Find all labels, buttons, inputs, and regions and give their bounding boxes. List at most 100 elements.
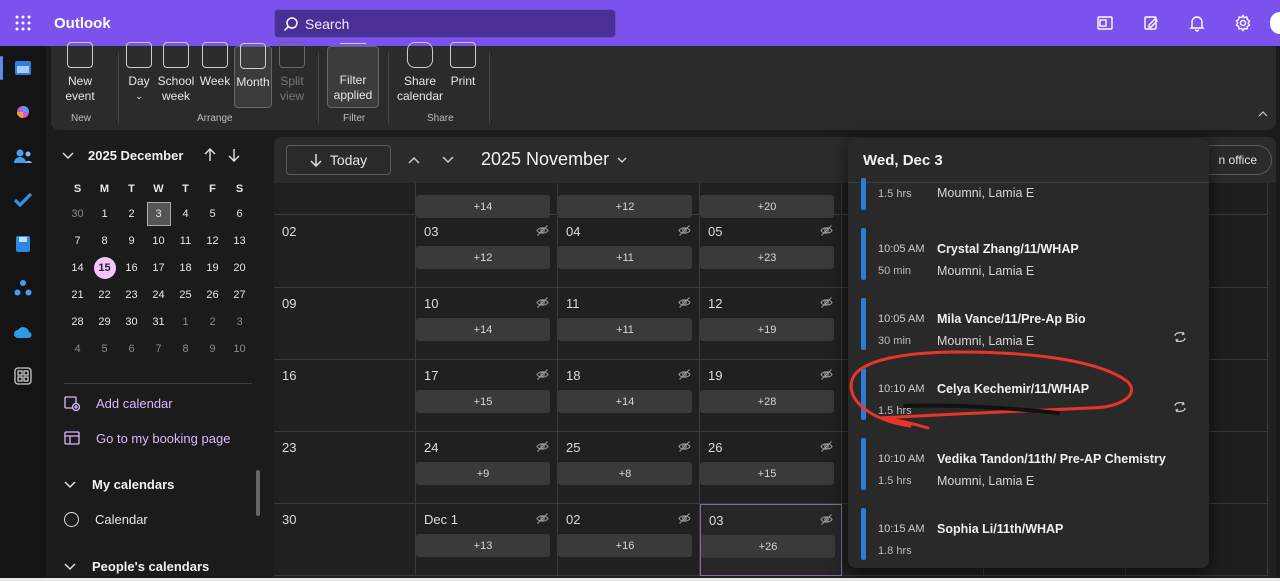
previous-month-icon[interactable] <box>204 147 216 167</box>
mini-calendar-day[interactable]: 21 <box>64 281 91 308</box>
mini-calendar-day[interactable]: 27 <box>226 281 253 308</box>
more-events-button[interactable]: +15 <box>700 462 834 485</box>
mini-calendar-day[interactable]: 5 <box>91 335 118 362</box>
mini-calendar-day[interactable]: 1 <box>91 200 118 227</box>
mini-calendar-day[interactable]: 2 <box>118 200 145 227</box>
mini-calendar-day[interactable]: 14 <box>64 254 91 281</box>
more-events-button[interactable]: +9 <box>416 462 550 485</box>
mini-calendar-day[interactable]: 26 <box>199 281 226 308</box>
school-week-view-button[interactable]: School week <box>157 42 195 104</box>
day-cell[interactable]: 10 +14 <box>416 288 558 360</box>
day-cell[interactable] <box>274 183 416 215</box>
bell-icon[interactable] <box>1174 0 1220 46</box>
calendar-checkbox[interactable] <box>64 512 79 527</box>
mini-calendar-day[interactable]: 10 <box>145 227 172 254</box>
more-events-button[interactable]: +11 <box>558 246 692 269</box>
more-events-button[interactable]: +8 <box>558 462 692 485</box>
day-cell[interactable]: 25 +8 <box>558 432 700 504</box>
app-launcher-icon[interactable] <box>0 0 46 46</box>
peoples-calendars-section[interactable]: People's calendars <box>64 559 209 574</box>
mini-calendar-day[interactable]: 7 <box>64 227 91 254</box>
more-events-button[interactable]: +14 <box>558 390 692 413</box>
day-cell[interactable]: 02 +16 <box>558 504 700 576</box>
day-cell[interactable]: +12 <box>558 183 700 218</box>
app-title[interactable]: Outlook <box>54 15 111 32</box>
gear-icon[interactable] <box>1220 0 1266 46</box>
mini-calendar-day[interactable]: 30 <box>118 308 145 335</box>
mini-calendar-day[interactable]: 20 <box>226 254 253 281</box>
mini-calendar-day[interactable]: 15 <box>91 254 118 281</box>
today-button[interactable]: Today <box>286 145 391 175</box>
day-cell[interactable]: 05 +23 <box>700 216 842 288</box>
side-panel-scrollbar[interactable] <box>256 470 260 516</box>
day-cell[interactable]: 18 +14 <box>558 360 700 432</box>
share-calendar-button[interactable]: Share calendar <box>397 42 443 104</box>
day-cell[interactable]: 12 +19 <box>700 288 842 360</box>
event-item[interactable]: 10:10 AM 1.5 hrs Vedika Tandon/11th/ Pre-A… <box>861 438 1191 490</box>
print-button[interactable]: Print <box>448 42 478 89</box>
day-cell[interactable]: 11 +11 <box>558 288 700 360</box>
event-item[interactable]: 10:15 AM 1.8 hrs Sophia Li/11th/WHAP <box>861 508 1191 560</box>
more-events-button[interactable]: +19 <box>700 318 834 341</box>
week-view-button[interactable]: Week <box>200 42 230 89</box>
day-cell[interactable]: 30 <box>274 504 416 576</box>
mini-calendar-day[interactable]: 23 <box>118 281 145 308</box>
rail-onedrive-icon[interactable] <box>0 310 46 354</box>
mini-calendar-day[interactable]: 24 <box>145 281 172 308</box>
add-calendar-link[interactable]: Add calendar <box>64 395 173 411</box>
more-events-button[interactable]: +26 <box>701 535 835 558</box>
mini-calendar-day[interactable]: 8 <box>91 227 118 254</box>
mini-calendar-day[interactable]: 3 <box>226 308 253 335</box>
day-cell[interactable]: +14 <box>416 183 558 218</box>
booking-page-link[interactable]: Go to my booking page <box>64 430 230 446</box>
search-box[interactable]: Search <box>274 9 616 38</box>
day-cell[interactable]: 03 +26 <box>700 504 842 576</box>
mini-calendar-day[interactable]: 12 <box>199 227 226 254</box>
mini-calendar-day[interactable]: 13 <box>226 227 253 254</box>
more-events-button[interactable]: +12 <box>416 246 550 269</box>
more-events-button[interactable]: +14 <box>416 318 550 341</box>
chevron-down-icon[interactable] <box>62 148 74 163</box>
mini-calendar-day[interactable]: 2 <box>199 308 226 335</box>
mini-calendar-day[interactable]: 9 <box>199 335 226 362</box>
mini-calendar-day[interactable]: 22 <box>91 281 118 308</box>
mini-calendar-day[interactable]: 19 <box>199 254 226 281</box>
more-events-button[interactable]: +23 <box>700 246 834 269</box>
mini-calendar-day[interactable]: 29 <box>91 308 118 335</box>
day-cell[interactable]: 03 +12 <box>416 216 558 288</box>
day-cell[interactable]: 17 +15 <box>416 360 558 432</box>
next-month-icon[interactable] <box>228 148 240 167</box>
mini-calendar-day[interactable]: 18 <box>172 254 199 281</box>
filter-button[interactable]: Filter applied <box>327 43 379 108</box>
more-events-button[interactable]: +11 <box>558 318 692 341</box>
event-item[interactable]: 1.5 hrs Moumni, Lamia E <box>861 178 1191 210</box>
more-events-button[interactable]: +20 <box>700 195 834 218</box>
rail-calendar-icon[interactable] <box>0 46 46 90</box>
mini-calendar-day[interactable]: 5 <box>199 200 226 227</box>
day-cell[interactable]: 02 <box>274 216 416 288</box>
rail-todo-icon[interactable] <box>0 178 46 222</box>
mini-calendar-day[interactable]: 9 <box>118 227 145 254</box>
split-view-button[interactable]: Split view <box>276 42 308 104</box>
notes-icon[interactable] <box>1128 0 1174 46</box>
event-item[interactable]: 10:10 AM 1.5 hrs Celya Kechemir/11/WHAP <box>861 368 1191 420</box>
event-item[interactable]: 10:05 AM 30 min Mila Vance/11/Pre-Ap Bio Mo… <box>861 298 1191 350</box>
month-view-button[interactable]: Month <box>234 43 272 108</box>
next-period-icon[interactable] <box>442 151 454 169</box>
mini-calendar-day[interactable]: 30 <box>64 200 91 227</box>
day-cell[interactable]: 24 +9 <box>416 432 558 504</box>
day-cell[interactable]: 04 +11 <box>558 216 700 288</box>
more-events-button[interactable]: +16 <box>558 534 692 557</box>
more-events-button[interactable]: +15 <box>416 390 550 413</box>
mini-calendar-day[interactable]: 1 <box>172 308 199 335</box>
more-events-button[interactable]: +14 <box>416 195 550 218</box>
day-cell[interactable]: Dec 1 +13 <box>416 504 558 576</box>
month-picker[interactable]: 2025 November <box>481 149 627 170</box>
day-cell[interactable]: 09 <box>274 288 416 360</box>
mini-calendar-day[interactable]: 8 <box>172 335 199 362</box>
rail-more-apps-icon[interactable] <box>0 354 46 398</box>
new-event-button[interactable]: New event <box>65 42 95 104</box>
mini-calendar-day[interactable]: 3 <box>145 200 172 227</box>
avatar[interactable] <box>1270 12 1280 34</box>
previous-period-icon[interactable] <box>408 151 420 169</box>
